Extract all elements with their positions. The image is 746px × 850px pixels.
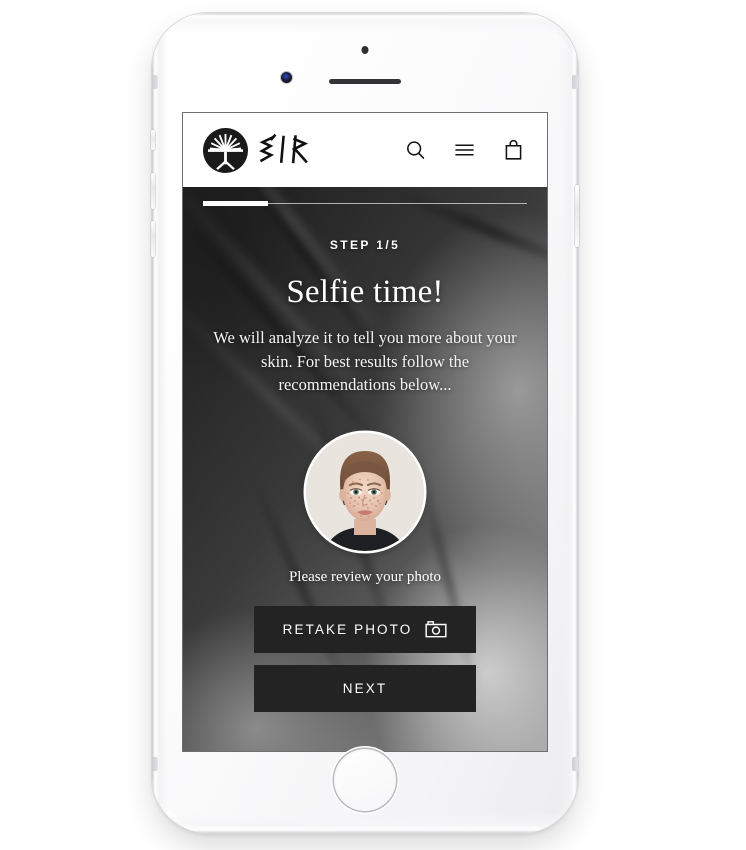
- header-icon-group: [404, 137, 525, 163]
- phone-device: STEP 1/5 Selfie time! We will analyze it…: [151, 13, 579, 833]
- silent-switch[interactable]: [151, 130, 155, 150]
- proximity-sensor-icon: [361, 46, 369, 54]
- volume-down-button[interactable]: [151, 221, 155, 257]
- page-subcopy: We will analyze it to tell you more abou…: [213, 328, 517, 395]
- user-selfie-photo[interactable]: [306, 432, 424, 551]
- onboarding-screen-body: STEP 1/5 Selfie time! We will analyze it…: [183, 187, 547, 751]
- earpiece-speaker: [329, 79, 401, 84]
- home-button[interactable]: [334, 749, 396, 811]
- eir-wordmark-icon: [259, 133, 309, 164]
- step-label: STEP 1/5: [329, 238, 401, 252]
- progress-bar: [203, 201, 527, 206]
- volume-up-button[interactable]: [151, 173, 155, 209]
- page-title: Selfie time!: [286, 274, 444, 310]
- phone-screen: STEP 1/5 Selfie time! We will analyze it…: [183, 113, 547, 751]
- antenna-band-top-left: [152, 75, 158, 89]
- antenna-band-bottom-left: [152, 757, 158, 771]
- shopping-bag-icon[interactable]: [502, 137, 525, 163]
- brand-lockup[interactable]: [203, 127, 317, 173]
- screenshot-stage: STEP 1/5 Selfie time! We will analyze it…: [0, 0, 746, 850]
- onboarding-content: STEP 1/5 Selfie time! We will analyze it…: [183, 187, 547, 751]
- next-button-label: NEXT: [342, 680, 388, 696]
- front-camera-icon: [281, 72, 292, 83]
- eir-tree-logo-icon[interactable]: [203, 127, 248, 173]
- power-button[interactable]: [575, 185, 579, 247]
- next-button[interactable]: NEXT: [254, 664, 476, 712]
- review-photo-label: Please review your photo: [288, 568, 442, 585]
- antenna-band-top-right: [572, 75, 578, 89]
- antenna-band-bottom-right: [572, 757, 578, 771]
- hamburger-menu-icon[interactable]: [453, 137, 476, 163]
- site-header: [183, 113, 547, 187]
- search-icon[interactable]: [404, 137, 427, 163]
- retake-photo-button[interactable]: RETAKE PHOTO: [254, 605, 476, 653]
- retake-photo-label: RETAKE PHOTO: [282, 621, 413, 637]
- camera-icon: [425, 621, 447, 638]
- progress-fill: [203, 201, 268, 206]
